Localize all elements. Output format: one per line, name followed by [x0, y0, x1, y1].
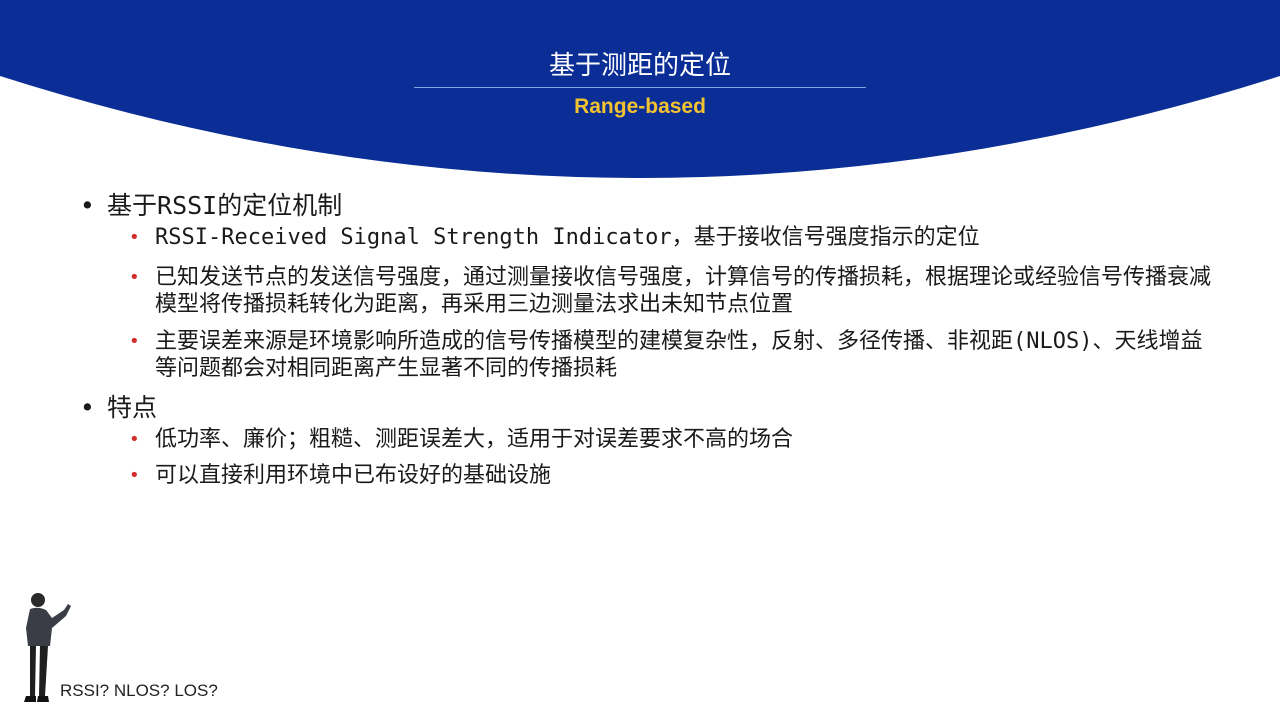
- slide-title: 基于测距的定位: [548, 51, 731, 81]
- title-divider: [414, 87, 866, 88]
- sub-bullet-rssi-definition: • RSSI-Received Signal Strength Indicato…: [129, 225, 980, 250]
- bullet-dot: •: [80, 393, 95, 422]
- sub-bullet-dot: •: [129, 429, 140, 450]
- sub-bullet-dot: •: [129, 331, 140, 352]
- sub-bullet-dot: •: [129, 227, 140, 248]
- sub-bullet-infrastructure: • 可以直接利用环境中已布设好的基础设施: [129, 463, 552, 488]
- bullet-features: • 特点: [80, 390, 1220, 426]
- bullet-rssi-mechanism: • 基于RSSI的定位机制: [80, 188, 1220, 224]
- sub-bullet-error-source: • 主要误差来源是环境影响所造成的信号传播模型的建模复杂性，反射、多径传播、非视…: [129, 329, 1203, 381]
- sub-bullet-dot: •: [129, 267, 140, 288]
- bullet-dot: •: [80, 191, 95, 220]
- sub-bullet-rssi-principle: • 已知发送节点的发送信号强度，通过测量接收信号强度，计算信号的传播损耗，根据理…: [129, 265, 1212, 317]
- sub-bullet-dot: •: [129, 465, 140, 486]
- footer-note: RSSI? NLOS? LOS?: [60, 681, 218, 700]
- bullet-content: • 基于RSSI的定位机制 • RSSI-Received Signal Str…: [80, 188, 1220, 500]
- sub-bullet-low-cost: • 低功率、廉价；粗糙、测距误差大，适用于对误差要求不高的场合: [129, 427, 794, 452]
- slide-subtitle: Range-based: [574, 95, 706, 118]
